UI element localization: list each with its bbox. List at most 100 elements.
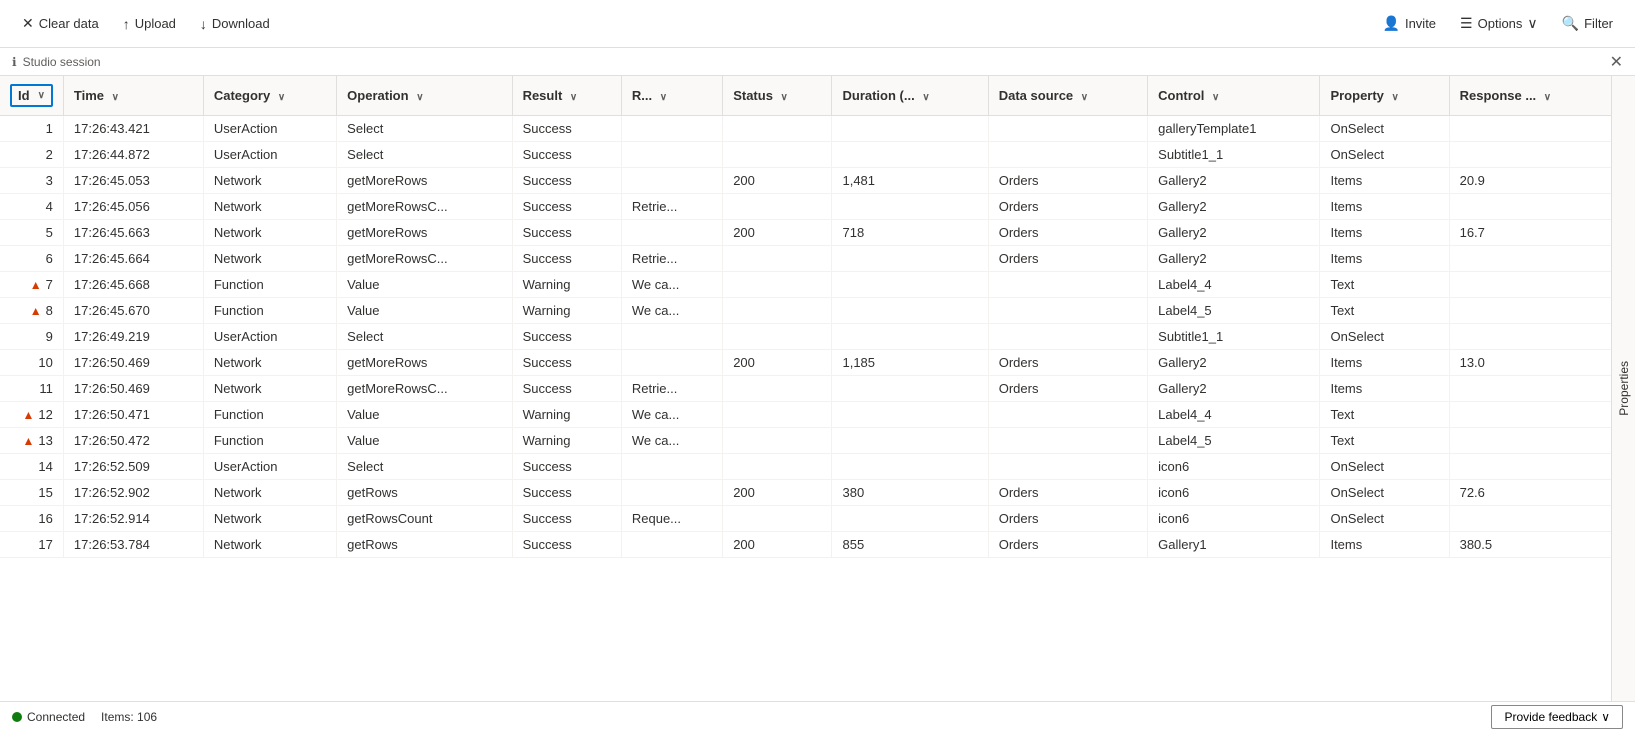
duration-sort-icon: ∨: [922, 92, 929, 103]
cell-time: 17:26:52.509: [63, 454, 203, 480]
right-panel[interactable]: Properties: [1611, 76, 1635, 701]
cell-property: Text: [1320, 298, 1449, 324]
cell-response: [1449, 298, 1611, 324]
table-row[interactable]: 1017:26:50.469NetworkgetMoreRowsSuccess2…: [0, 350, 1611, 376]
cell-id: 16: [0, 506, 63, 532]
cell-result: Warning: [512, 298, 621, 324]
invite-icon: 👤: [1383, 15, 1400, 32]
cell-result: Success: [512, 350, 621, 376]
cell-r: [621, 454, 722, 480]
control-sort-icon: ∨: [1212, 92, 1219, 103]
cell-property: Items: [1320, 220, 1449, 246]
options-button[interactable]: ☰ Options ∨: [1450, 10, 1548, 37]
cell-result: Success: [512, 168, 621, 194]
table-row[interactable]: 617:26:45.664NetworkgetMoreRowsC...Succe…: [0, 246, 1611, 272]
cell-operation: Select: [337, 324, 512, 350]
options-icon: ☰: [1460, 15, 1473, 32]
cell-category: Network: [203, 532, 336, 558]
table-row[interactable]: 917:26:49.219UserActionSelectSuccessSubt…: [0, 324, 1611, 350]
column-header-r[interactable]: R... ∨: [621, 76, 722, 116]
download-button[interactable]: ↓ Download: [190, 11, 280, 37]
cell-status: 200: [723, 220, 832, 246]
table-wrapper[interactable]: Id ∨ Time ∨ Category ∨ Operation ∨ Resul…: [0, 76, 1611, 701]
cell-property: OnSelect: [1320, 324, 1449, 350]
cell-duration: [832, 454, 988, 480]
cell-duration: 1,185: [832, 350, 988, 376]
cell-id: 9: [0, 324, 63, 350]
cell-time: 17:26:45.668: [63, 272, 203, 298]
cell-response: [1449, 454, 1611, 480]
cell-control: Subtitle1_1: [1148, 142, 1320, 168]
column-header-property[interactable]: Property ∨: [1320, 76, 1449, 116]
table-row[interactable]: 1417:26:52.509UserActionSelectSuccessico…: [0, 454, 1611, 480]
main-area: Id ∨ Time ∨ Category ∨ Operation ∨ Resul…: [0, 76, 1635, 701]
cell-status: [723, 272, 832, 298]
cell-property: Items: [1320, 376, 1449, 402]
table-row[interactable]: ▲1217:26:50.471FunctionValueWarningWe ca…: [0, 402, 1611, 428]
filter-button[interactable]: 🔍 Filter: [1552, 10, 1623, 37]
cell-response: [1449, 402, 1611, 428]
cell-operation: getMoreRows: [337, 220, 512, 246]
clear-data-button[interactable]: ✕ Clear data: [12, 10, 109, 37]
cell-property: OnSelect: [1320, 142, 1449, 168]
table-row[interactable]: 417:26:45.056NetworkgetMoreRowsC...Succe…: [0, 194, 1611, 220]
table-header-row: Id ∨ Time ∨ Category ∨ Operation ∨ Resul…: [0, 76, 1611, 116]
cell-datasource: Orders: [988, 194, 1147, 220]
close-session-button[interactable]: ✕: [1610, 52, 1623, 72]
cell-datasource: [988, 142, 1147, 168]
table-row[interactable]: 1617:26:52.914NetworkgetRowsCountSuccess…: [0, 506, 1611, 532]
upload-button[interactable]: ↑ Upload: [113, 11, 186, 37]
table-row[interactable]: 317:26:45.053NetworkgetMoreRowsSuccess20…: [0, 168, 1611, 194]
column-header-control[interactable]: Control ∨: [1148, 76, 1320, 116]
cell-result: Success: [512, 506, 621, 532]
cell-property: Text: [1320, 428, 1449, 454]
cell-status: 200: [723, 168, 832, 194]
provide-feedback-button[interactable]: Provide feedback ∨: [1491, 705, 1623, 729]
column-header-id[interactable]: Id ∨: [0, 76, 63, 116]
cell-r: Retrie...: [621, 194, 722, 220]
table-row[interactable]: ▲1317:26:50.472FunctionValueWarningWe ca…: [0, 428, 1611, 454]
column-header-datasource[interactable]: Data source ∨: [988, 76, 1147, 116]
table-row[interactable]: ▲717:26:45.668FunctionValueWarningWe ca.…: [0, 272, 1611, 298]
cell-control: Label4_5: [1148, 298, 1320, 324]
cell-result: Success: [512, 194, 621, 220]
table-row[interactable]: 1117:26:50.469NetworkgetMoreRowsC...Succ…: [0, 376, 1611, 402]
cell-datasource: Orders: [988, 168, 1147, 194]
table-row[interactable]: 517:26:45.663NetworkgetMoreRowsSuccess20…: [0, 220, 1611, 246]
cell-category: Function: [203, 402, 336, 428]
cell-duration: [832, 142, 988, 168]
cell-r: We ca...: [621, 272, 722, 298]
column-header-duration[interactable]: Duration (... ∨: [832, 76, 988, 116]
feedback-chevron-icon: ∨: [1601, 710, 1610, 724]
cell-id: 11: [0, 376, 63, 402]
result-sort-icon: ∨: [570, 92, 577, 103]
column-header-response[interactable]: Response ... ∨: [1449, 76, 1611, 116]
column-header-operation[interactable]: Operation ∨: [337, 76, 512, 116]
items-count: Items: 106: [101, 710, 157, 724]
column-header-result[interactable]: Result ∨: [512, 76, 621, 116]
cell-operation: Value: [337, 428, 512, 454]
table-row[interactable]: 1517:26:52.902NetworkgetRowsSuccess20038…: [0, 480, 1611, 506]
cell-r: Retrie...: [621, 376, 722, 402]
cell-duration: [832, 324, 988, 350]
column-header-status[interactable]: Status ∨: [723, 76, 832, 116]
table-row[interactable]: 217:26:44.872UserActionSelectSuccessSubt…: [0, 142, 1611, 168]
cell-operation: Value: [337, 272, 512, 298]
invite-button[interactable]: 👤 Invite: [1373, 10, 1447, 37]
cell-status: [723, 428, 832, 454]
cell-datasource: Orders: [988, 220, 1147, 246]
cell-category: Function: [203, 272, 336, 298]
table-row[interactable]: 117:26:43.421UserActionSelectSuccessgall…: [0, 116, 1611, 142]
cell-category: Network: [203, 376, 336, 402]
column-header-category[interactable]: Category ∨: [203, 76, 336, 116]
table-row[interactable]: 1717:26:53.784NetworkgetRowsSuccess20085…: [0, 532, 1611, 558]
cell-result: Success: [512, 454, 621, 480]
column-header-time[interactable]: Time ∨: [63, 76, 203, 116]
table-row[interactable]: ▲817:26:45.670FunctionValueWarningWe ca.…: [0, 298, 1611, 324]
cell-control: Gallery2: [1148, 220, 1320, 246]
cell-result: Warning: [512, 402, 621, 428]
cell-status: [723, 402, 832, 428]
cell-time: 17:26:52.914: [63, 506, 203, 532]
cell-datasource: Orders: [988, 350, 1147, 376]
warning-icon: ▲: [23, 408, 35, 422]
